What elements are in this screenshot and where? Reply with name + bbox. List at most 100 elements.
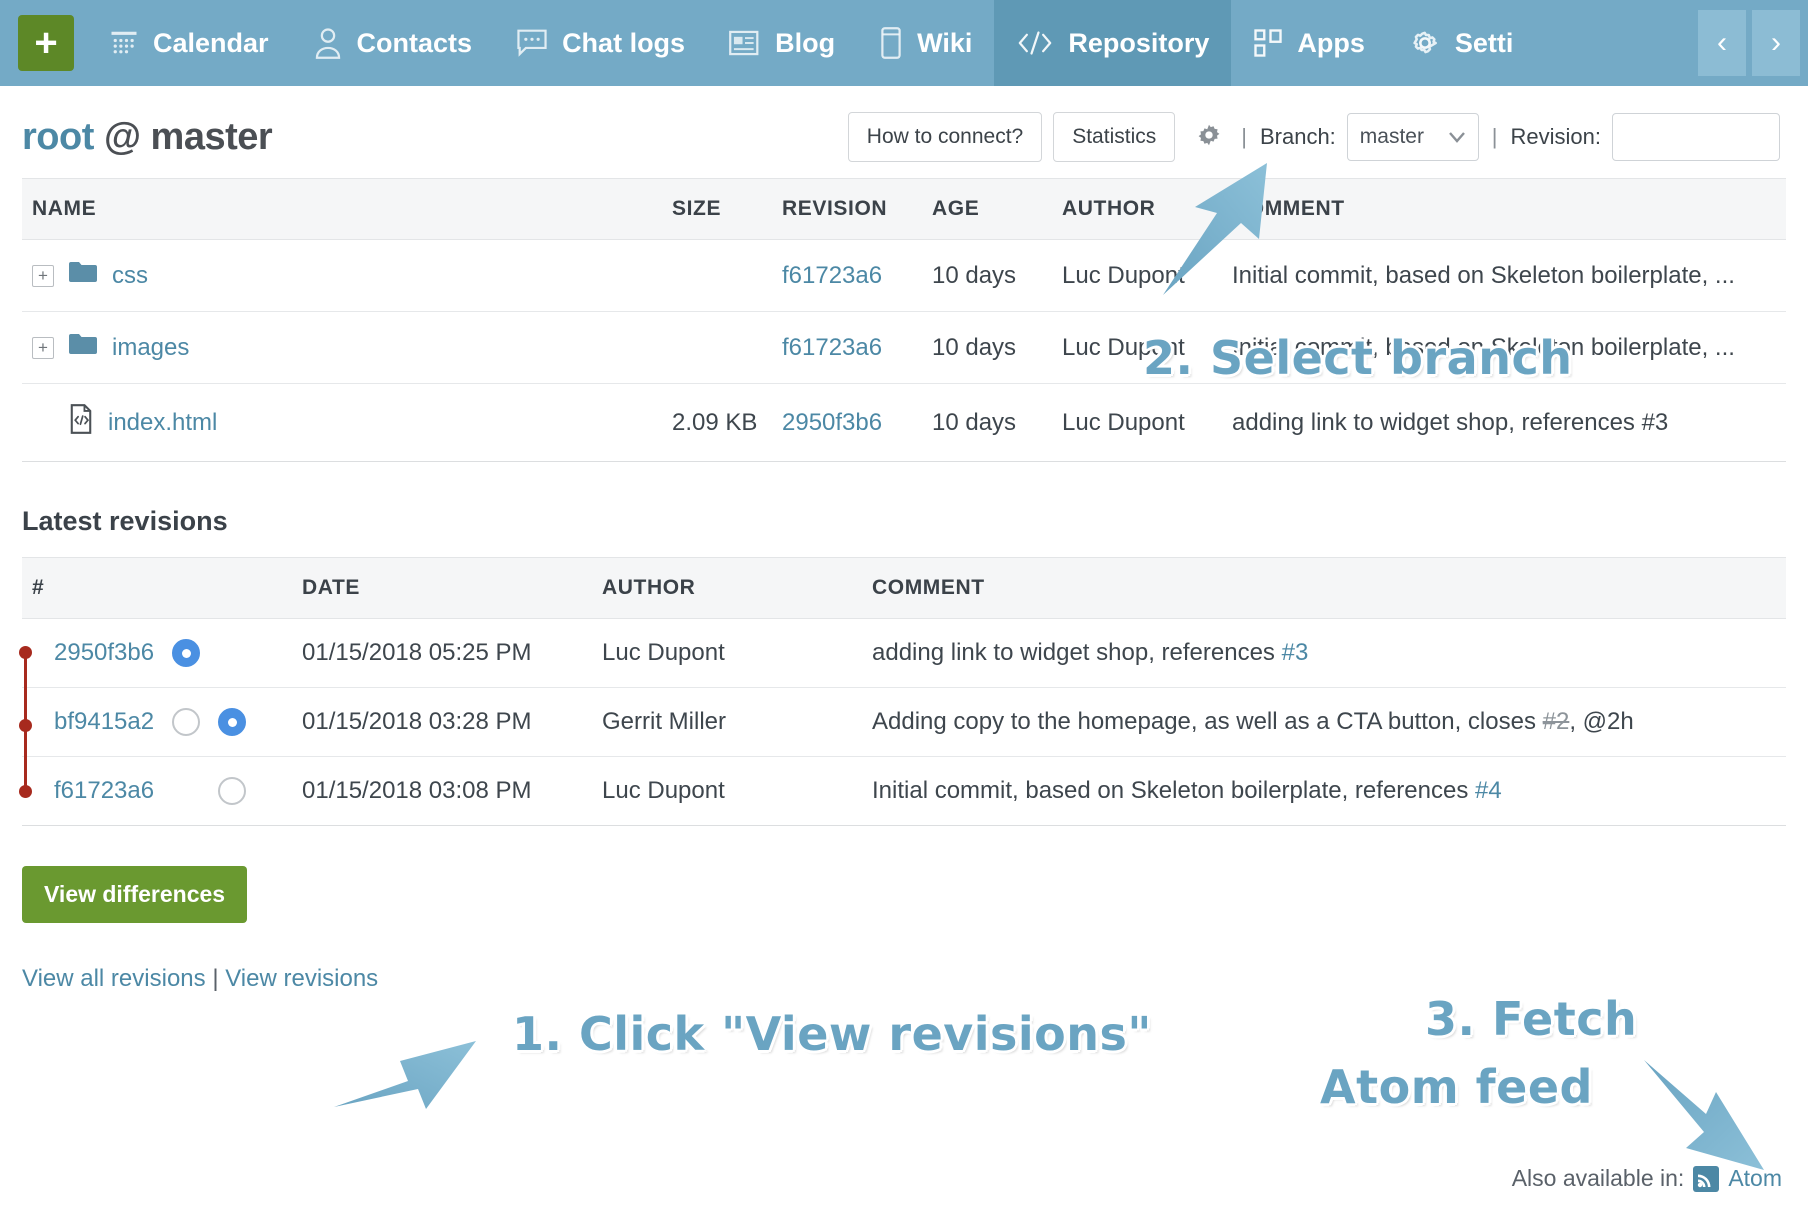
issue-link[interactable]: #4 [1475, 777, 1502, 804]
revision-radio-from[interactable] [172, 639, 201, 667]
nav-item-settings[interactable]: Setti [1387, 0, 1536, 86]
file-age: 10 days [922, 383, 1052, 462]
file-age: 10 days [922, 239, 1052, 312]
table-row[interactable]: f61723a6 01/15/2018 03:08 PM Luc Dupont … [19, 756, 1786, 826]
wiki-icon [879, 27, 903, 59]
file-author: Luc Dupont [1052, 311, 1222, 384]
revision-id-cell: bf9415a2 [19, 687, 292, 757]
table-row[interactable]: 2950f3b6 01/15/2018 05:25 PM Luc Dupont … [19, 618, 1786, 688]
repository-header: root @ master How to connect? Statistics… [0, 86, 1808, 178]
view-revisions-link[interactable]: View revisions [225, 965, 378, 992]
expand-icon[interactable]: + [32, 336, 54, 359]
statistics-button[interactable]: Statistics [1053, 112, 1176, 162]
nav-prev-button[interactable]: ‹ [1698, 10, 1746, 76]
revision-author: Luc Dupont [592, 756, 862, 826]
footer-links: View all revisions | View revisions [22, 965, 1808, 993]
column-header-comment[interactable]: COMMENT [862, 557, 1786, 619]
revision-author: Luc Dupont [592, 618, 862, 688]
column-header-author[interactable]: AUTHOR [1052, 178, 1222, 240]
files-table-head: NAME SIZE REVISION AGE AUTHOR COMMENT [22, 178, 1786, 240]
revision-date: 01/15/2018 03:28 PM [292, 687, 592, 757]
column-header-revision[interactable]: REVISION [772, 178, 922, 240]
revision-link[interactable]: f61723a6 [54, 777, 154, 805]
repository-toolbar: How to connect? Statistics | Branch: mas… [847, 112, 1780, 162]
revision-date: 01/15/2018 03:08 PM [292, 756, 592, 826]
toolbar-separator-1: | [1241, 124, 1247, 149]
add-button-wrapper: + [0, 0, 87, 86]
nav-item-contacts[interactable]: Contacts [291, 0, 495, 86]
revision-link[interactable]: 2950f3b6 [54, 639, 154, 667]
column-header-hash[interactable]: # [22, 557, 292, 619]
folder-icon [68, 260, 98, 291]
top-navigation-bar: + Calendar Contacts Chat logs Blog Wiki [0, 0, 1808, 86]
comment-text: Initial commit, based on Skeleton boiler… [872, 777, 1475, 804]
file-comment: Initial commit, based on Skeleton boiler… [1222, 311, 1786, 384]
page-title: root @ master [22, 115, 273, 159]
revision-graph [14, 619, 38, 688]
revision-link[interactable]: f61723a6 [782, 262, 882, 289]
annotation-fetch-atom-feed-line1: 3. Fetch [1425, 992, 1638, 1046]
issue-link[interactable]: #3 [1282, 639, 1309, 666]
column-header-name[interactable]: NAME [22, 178, 662, 240]
nav-item-blog[interactable]: Blog [707, 0, 857, 86]
file-name-link[interactable]: css [112, 262, 148, 290]
revision-link[interactable]: bf9415a2 [54, 708, 154, 736]
atom-feed-link[interactable]: Atom [1728, 1165, 1782, 1192]
revision-radio-to[interactable] [218, 777, 247, 805]
column-header-date[interactable]: DATE [292, 557, 592, 619]
revision-comment: Initial commit, based on Skeleton boiler… [862, 756, 1786, 826]
page-title-branch: @ master [103, 115, 273, 158]
column-header-age[interactable]: AGE [922, 178, 1052, 240]
nav-item-chat-logs[interactable]: Chat logs [494, 0, 707, 86]
file-name-link[interactable]: images [112, 334, 189, 362]
nav-item-wiki[interactable]: Wiki [857, 0, 994, 86]
table-row[interactable]: bf9415a2 01/15/2018 03:28 PM Gerrit Mill… [19, 687, 1786, 757]
table-row[interactable]: + images f61723a6 10 days Luc Dupont Ini… [22, 311, 1786, 384]
column-header-author[interactable]: AUTHOR [592, 557, 862, 619]
links-separator: | [212, 965, 219, 992]
column-header-size[interactable]: SIZE [662, 178, 772, 240]
file-comment: Initial commit, based on Skeleton boiler… [1222, 239, 1786, 312]
revision-radio-from[interactable] [172, 708, 201, 736]
files-table-header-row: NAME SIZE REVISION AGE AUTHOR COMMENT [22, 178, 1786, 240]
view-differences-button[interactable]: View differences [22, 866, 248, 923]
file-code-icon [68, 404, 94, 441]
nav-item-apps[interactable]: Apps [1231, 0, 1387, 86]
nav-pagination: ‹ › [1698, 0, 1808, 86]
file-author: Luc Dupont [1052, 239, 1222, 312]
gear-icon[interactable] [1196, 122, 1222, 153]
branch-select[interactable]: master [1346, 113, 1479, 161]
latest-revisions-heading: Latest revisions [22, 506, 228, 536]
revision-link[interactable]: 2950f3b6 [782, 409, 882, 436]
chevron-down-icon [1448, 125, 1466, 149]
comment-text: Adding copy to the homepage, as well as … [872, 708, 1543, 735]
expand-icon[interactable]: + [32, 264, 54, 287]
nav-item-repository[interactable]: Repository [994, 0, 1232, 86]
file-name-link[interactable]: index.html [108, 409, 217, 437]
revision-link[interactable]: f61723a6 [782, 334, 882, 361]
file-revision: 2950f3b6 [772, 383, 922, 462]
annotation-click-view-revisions: 1. Click "View revisions" [512, 1007, 1152, 1061]
revisions-table-head: # DATE AUTHOR COMMENT [22, 557, 1786, 619]
also-available-label: Also available in: [1511, 1165, 1685, 1191]
nav-item-label: Contacts [356, 27, 473, 58]
nav-item-label: Setti [1454, 27, 1514, 58]
nav-item-calendar[interactable]: Calendar [87, 0, 291, 86]
code-icon [1016, 29, 1054, 57]
revision-radio-to[interactable] [218, 708, 247, 736]
page-title-root[interactable]: root [22, 116, 94, 158]
view-all-revisions-link[interactable]: View all revisions [22, 965, 206, 992]
table-row[interactable]: + css f61723a6 10 days Luc Dupont Initia… [22, 239, 1786, 312]
comment-text: adding link to widget shop, references [872, 639, 1282, 666]
column-header-comment[interactable]: COMMENT [1222, 178, 1786, 240]
nav-next-button[interactable]: › [1752, 10, 1800, 76]
file-revision: f61723a6 [772, 311, 922, 384]
table-row[interactable]: index.html 2.09 KB 2950f3b6 10 days Luc … [22, 383, 1786, 462]
comment-closed-issue[interactable]: #2 [1543, 708, 1570, 735]
nav-item-label: Chat logs [562, 27, 686, 58]
add-new-button[interactable]: + [18, 15, 74, 71]
revision-id-cell: 2950f3b6 [19, 618, 292, 688]
nav-item-label: Apps [1297, 27, 1365, 58]
how-to-connect-button[interactable]: How to connect? [847, 112, 1043, 162]
revision-input[interactable] [1612, 113, 1780, 161]
